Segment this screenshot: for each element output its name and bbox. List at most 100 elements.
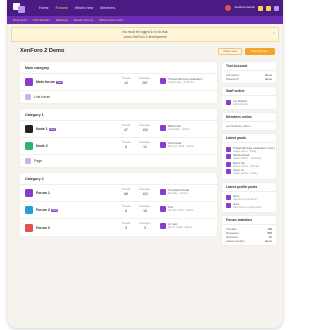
members-online-list[interactable]: Lee Pearson, demo — [226, 124, 272, 128]
subnav-mark-read[interactable]: Mark forums read — [99, 18, 123, 22]
widget-title: Latest profile posts — [222, 183, 276, 192]
link-forum-icon — [25, 94, 31, 100]
forum-icon — [25, 223, 33, 232]
category-block: Main category Main forum New Threads 10 M… — [20, 62, 217, 103]
forum-name[interactable]: Link forum — [34, 95, 50, 99]
nav-link-home[interactable]: Home — [39, 6, 49, 10]
forum-name[interactable]: Node 1 — [36, 127, 48, 131]
poster-avatar[interactable] — [226, 154, 231, 159]
latest-post-item[interactable]: Before this Latest: Admin · Monday — [226, 161, 272, 168]
subnav-find-threads[interactable]: Find threads — [33, 18, 50, 22]
widget-title: Latest posts — [222, 134, 276, 143]
inbox-icon[interactable] — [258, 5, 263, 11]
profile-posts-widget: Latest profile posts demo welcome to the … — [222, 182, 276, 212]
last-post-avatar[interactable] — [160, 223, 166, 230]
last-post[interactable]: Translated thread Monday · Admin — [160, 189, 214, 196]
category-title[interactable]: Category 1 — [20, 109, 217, 121]
last-post[interactable]: Before this Yesterday · Admin — [160, 125, 214, 132]
threads-count: 68 — [124, 192, 128, 196]
members-online-widget: Members online Lee Pearson, demo — [222, 113, 276, 130]
user-avatar[interactable] — [225, 5, 232, 11]
forum-name[interactable]: Forum 3 — [36, 226, 50, 230]
sub-navigation: New posts Find threads Watched Search fo… — [7, 16, 283, 24]
threads-label: Threads — [121, 141, 131, 144]
poster-avatar[interactable] — [226, 146, 231, 152]
page-header: XenForo 2 Demo Mark read Post thread... — [20, 44, 275, 58]
forum-name[interactable]: Page — [34, 159, 42, 163]
forum-row[interactable]: Node 1 New Threads 47 Messages 134 Before … — [20, 121, 217, 138]
forum-list: Main category Main forum New Threads 10 M… — [20, 62, 217, 242]
forum-name[interactable]: Main forum — [36, 80, 55, 84]
forum-statistics-widget: Forum statistics Threads: 109 Messages: 56… — [222, 216, 276, 245]
search-icon[interactable] — [274, 5, 279, 11]
messages-count: 3 — [144, 226, 146, 230]
latest-post-item[interactable]: Thread with huge explanation in first po… — [226, 146, 275, 153]
subnav-watched[interactable]: Watched — [56, 18, 68, 22]
subnav-new-posts[interactable]: New posts — [13, 18, 27, 22]
profile-post-item[interactable]: demo Hello there, testing profile — [226, 202, 272, 209]
mark-read-button[interactable]: Mark read — [218, 47, 242, 55]
last-post-avatar[interactable] — [160, 78, 166, 85]
last-post[interactable]: Hi / test Mar 2, 2019 · Admin — [160, 223, 214, 230]
forum-name[interactable]: Node 2 — [36, 144, 48, 148]
post-meta: Latest: Admin · Monday — [233, 164, 260, 168]
last-post-avatar[interactable] — [160, 142, 166, 149]
widget-title: Forum statistics — [222, 216, 276, 225]
forum-row[interactable]: Page — [20, 155, 217, 167]
post-meta: Latest: Admin · Friday — [233, 172, 258, 175]
post-thread-button[interactable]: Post thread... — [245, 47, 275, 55]
threads-count: 10 — [124, 81, 128, 85]
subnav-search-forums[interactable]: Search forums — [73, 18, 93, 22]
latest-post-item[interactable]: Sample thread Latest: Admin · Yesterday — [226, 154, 272, 160]
poster-avatar[interactable] — [226, 202, 231, 208]
poster-avatar[interactable] — [226, 195, 231, 200]
page-icon — [25, 158, 31, 164]
last-post[interactable]: Test Apr 30, 2019 · Admin — [160, 206, 214, 213]
profile-post-item[interactable]: demo welcome to the forum — [226, 195, 272, 201]
last-post-avatar[interactable] — [160, 189, 166, 196]
forum-row[interactable]: Forum 2 New Threads 8 Messages 15 Test Apr … — [20, 202, 217, 219]
nav-link-forums[interactable]: Forums — [56, 6, 68, 10]
new-badge: New — [51, 208, 59, 212]
stat-value[interactable]: demo — [265, 239, 272, 243]
sidebar: Test Account Username: demo Password: demo… — [222, 62, 276, 249]
last-post[interactable]: Test thread May 12, 2019 · Admin — [160, 142, 214, 149]
latest-post-item[interactable]: Quest. 01 Latest: Admin · Friday — [226, 169, 272, 175]
nav-link-members[interactable]: Members — [100, 6, 115, 10]
last-post-meta: 3 days ago · XenForo — [168, 81, 194, 85]
nav-link-whats-new[interactable]: What's new — [75, 6, 93, 10]
forum-row[interactable]: Node 2 Threads 5 Messages 12 Test thread Ma… — [20, 138, 217, 155]
threads-label: Threads — [121, 205, 131, 208]
top-navigation: Home Forums What's new Members XenForo A… — [7, 0, 283, 16]
poster-avatar[interactable] — [226, 169, 231, 174]
last-post-avatar[interactable] — [160, 125, 166, 132]
new-badge: New — [56, 80, 64, 84]
messages-label: Messages — [139, 205, 151, 208]
messages-label: Messages — [139, 222, 151, 225]
threads-label: Threads — [121, 188, 131, 191]
threads-count: 47 — [124, 128, 128, 132]
forum-row[interactable]: Forum 1 Threads 68 Messages 124 Translated… — [20, 185, 217, 202]
forum-row[interactable]: Link forum — [20, 91, 217, 103]
last-post-meta: Monday · Admin — [168, 192, 188, 196]
password-value: demo — [265, 77, 272, 81]
last-post[interactable]: Thread with long explanation 3 days ago ·… — [160, 78, 214, 85]
logo-icon[interactable] — [11, 1, 27, 15]
forum-name[interactable]: Forum 1 — [36, 191, 50, 195]
notice-line-2[interactable]: Learn XenForo 2 development — [123, 35, 166, 39]
category-title[interactable]: Main category — [20, 62, 217, 74]
category-title[interactable]: Category 2 — [20, 173, 217, 185]
last-post-avatar[interactable] — [160, 206, 166, 213]
forum-name[interactable]: Forum 2 — [36, 208, 50, 212]
poster-avatar[interactable] — [226, 161, 231, 167]
member-avatar[interactable] — [226, 99, 231, 105]
alerts-icon[interactable] — [266, 5, 271, 11]
staff-member[interactable]: Lee Pearson Administrator — [226, 99, 272, 106]
forum-row[interactable]: Main forum New Threads 10 Messages 267 Thr… — [20, 74, 217, 91]
forum-row[interactable]: Forum 3 Threads 3 Messages 3 Hi / test Mar … — [20, 219, 217, 236]
password-label: Password: — [226, 77, 240, 81]
page-title: XenForo 2 Demo — [20, 48, 65, 54]
post-text: Hello there, testing profile — [233, 205, 262, 209]
user-name[interactable]: XenForo Admin — [234, 6, 255, 10]
close-icon[interactable]: × — [273, 30, 275, 35]
